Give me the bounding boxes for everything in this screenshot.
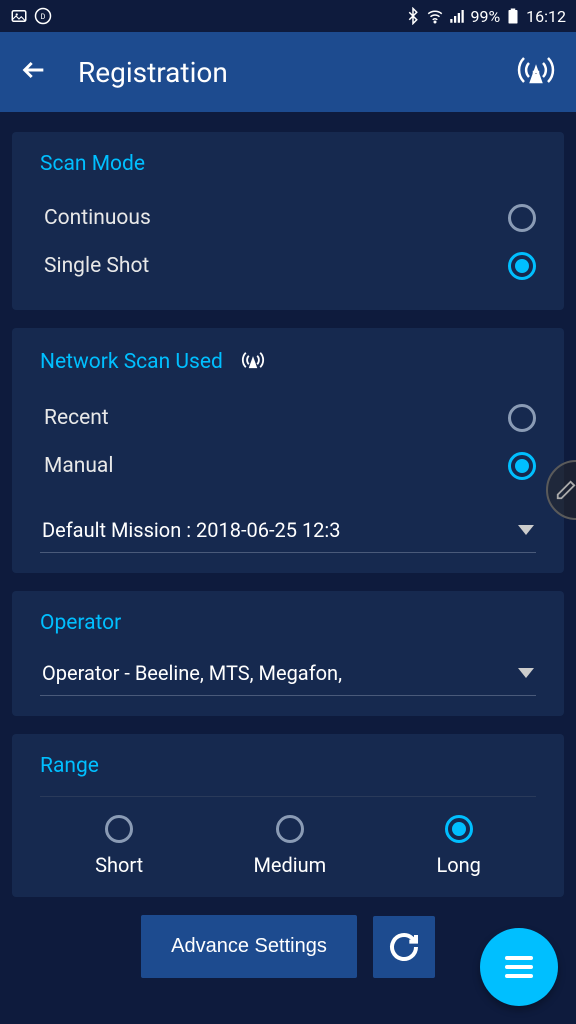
back-button[interactable] <box>20 56 48 88</box>
range-card: Range Short Medium Long <box>12 734 564 897</box>
dropdown-value: Default Mission : 2018-06-25 12:3 <box>42 518 341 542</box>
radio-icon <box>508 404 536 432</box>
advance-settings-button[interactable]: Advance Settings <box>141 915 357 978</box>
battery-percent: 99% <box>470 7 500 26</box>
radio-manual[interactable]: Manual <box>40 442 536 490</box>
hamburger-icon <box>505 956 533 978</box>
range-long[interactable]: Long <box>436 815 480 877</box>
radio-icon <box>508 252 536 280</box>
radio-continuous[interactable]: Continuous <box>40 194 536 242</box>
signal-icon <box>448 7 466 25</box>
reload-button[interactable] <box>373 916 435 978</box>
radio-label: Manual <box>44 454 113 478</box>
range-short[interactable]: Short <box>95 815 143 877</box>
range-medium[interactable]: Medium <box>253 815 326 877</box>
scan-mode-title: Scan Mode <box>40 152 536 176</box>
radio-icon <box>508 452 536 480</box>
radio-label: Recent <box>44 406 109 430</box>
status-bar: D 99% 16:12 <box>0 0 576 32</box>
operator-title: Operator <box>40 611 536 635</box>
radio-icon <box>276 815 304 843</box>
chevron-down-icon <box>518 668 534 678</box>
time: 16:12 <box>526 7 566 26</box>
battery-icon <box>504 7 522 25</box>
range-title: Range <box>40 754 536 778</box>
mission-dropdown[interactable]: Default Mission : 2018-06-25 12:3 <box>40 510 536 553</box>
app-header: Registration <box>0 32 576 112</box>
antenna-icon[interactable] <box>516 50 556 94</box>
radio-single-shot[interactable]: Single Shot <box>40 242 536 290</box>
network-scan-title: Network Scan Used <box>40 350 223 374</box>
gallery-icon <box>10 7 28 25</box>
scan-mode-card: Scan Mode Continuous Single Shot <box>12 132 564 310</box>
page-title: Registration <box>78 56 486 89</box>
bluetooth-icon <box>404 7 422 25</box>
radio-label: Continuous <box>44 206 151 230</box>
radio-icon <box>105 815 133 843</box>
range-label: Medium <box>253 853 326 877</box>
radio-icon <box>445 815 473 843</box>
operator-card: Operator Operator - Beeline, MTS, Megafo… <box>12 591 564 716</box>
range-label: Short <box>95 853 143 877</box>
app-icon: D <box>34 7 52 25</box>
pencil-icon <box>555 479 576 501</box>
reload-icon <box>388 931 420 963</box>
operator-dropdown[interactable]: Operator - Beeline, MTS, Megafon, <box>40 653 536 696</box>
menu-fab[interactable] <box>480 928 558 1006</box>
radio-recent[interactable]: Recent <box>40 394 536 442</box>
chevron-down-icon <box>518 525 534 535</box>
radio-icon <box>508 204 536 232</box>
svg-text:D: D <box>41 12 46 21</box>
antenna-small-icon <box>241 348 265 376</box>
dropdown-value: Operator - Beeline, MTS, Megafon, <box>42 661 342 685</box>
network-scan-card: Network Scan Used Recent Manual Default … <box>12 328 564 573</box>
radio-label: Single Shot <box>44 254 149 278</box>
range-label: Long <box>436 853 480 877</box>
wifi-icon <box>426 7 444 25</box>
